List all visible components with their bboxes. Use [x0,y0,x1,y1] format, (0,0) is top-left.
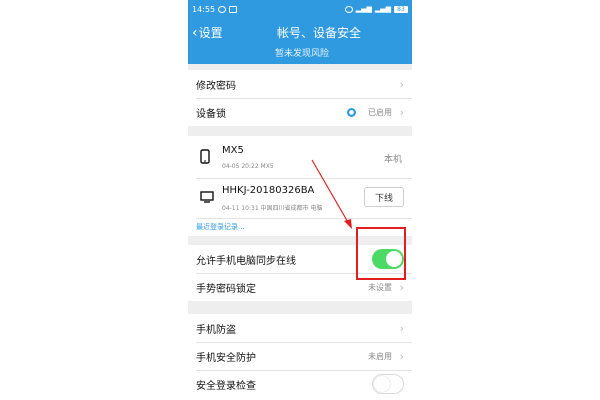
annotation-arrow [311,159,352,229]
annotation-highlight-box [356,227,406,280]
